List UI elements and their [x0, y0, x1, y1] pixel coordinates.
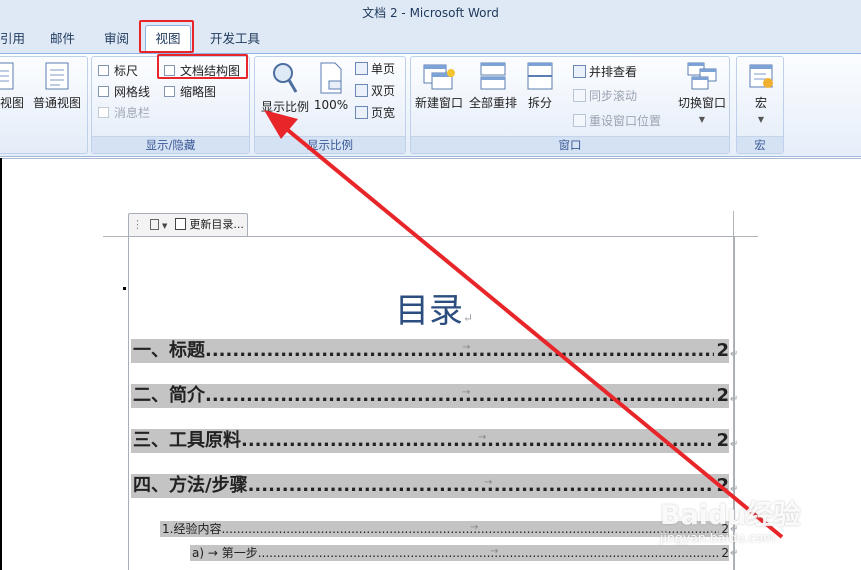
word-window: 文档 2 - Microsoft Word 引用 邮件 审阅 视图 开发工具 视…: [0, 0, 861, 570]
arrow-shaft: [276, 120, 784, 539]
watermark-logo: Baidu经验: [660, 500, 801, 531]
watermark-url: jingyan.baidu.com: [660, 530, 776, 545]
annotation-arrow: [264, 110, 784, 539]
